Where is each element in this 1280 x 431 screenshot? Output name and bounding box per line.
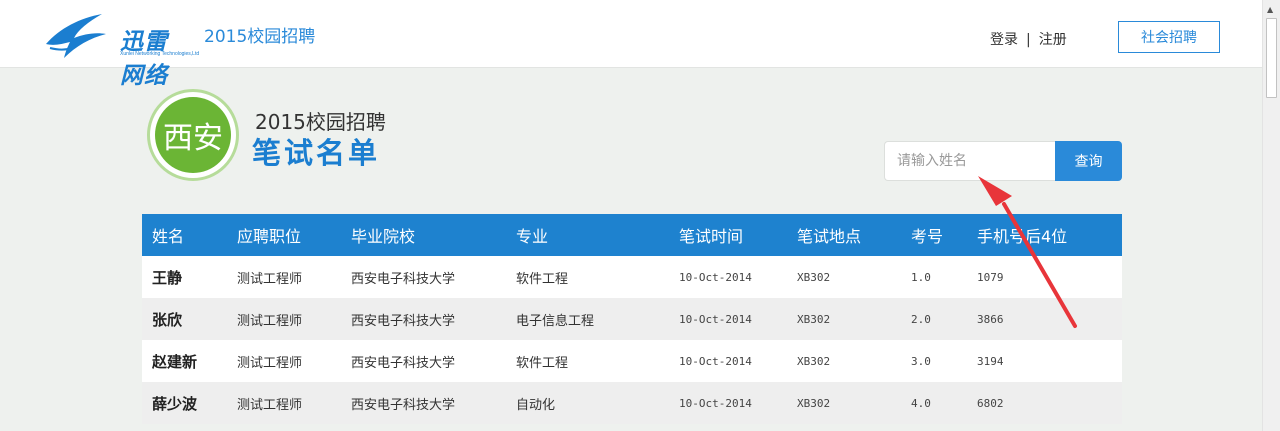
cell-exam-number: 1.0 [901, 256, 967, 298]
cell-exam-location: XB302 [787, 298, 901, 340]
top-header: 迅雷网络 Xunlei Networking Technologies,Ltd … [0, 0, 1262, 89]
cell-exam-number: 3.0 [901, 340, 967, 382]
cell-major: 软件工程 [506, 256, 669, 298]
auth-links: 登录 | 注册 [990, 29, 1067, 49]
header-title: 2015校园招聘 [204, 27, 316, 47]
scroll-thumb[interactable] [1266, 18, 1277, 98]
cell-position: 测试工程师 [227, 256, 341, 298]
cell-name: 王静 [142, 256, 227, 298]
hero-main-title: 笔试名单 [252, 136, 381, 170]
table-row: 王静 测试工程师 西安电子科技大学 软件工程 10-Oct-2014 XB302… [142, 256, 1122, 298]
name-search-input[interactable] [884, 141, 1056, 181]
table-row: 张欣 测试工程师 西安电子科技大学 电子信息工程 10-Oct-2014 XB3… [142, 298, 1122, 340]
cell-exam-time: 10-Oct-2014 [669, 298, 787, 340]
cell-exam-number: 2.0 [901, 298, 967, 340]
column-header: 应聘职位 [227, 214, 341, 256]
column-header: 笔试地点 [787, 214, 901, 256]
company-logo[interactable]: 迅雷网络 Xunlei Networking Technologies,Ltd [40, 8, 199, 89]
cell-name: 赵建新 [142, 340, 227, 382]
cell-position: 测试工程师 [227, 298, 341, 340]
bird-logo-icon [46, 14, 106, 58]
cell-position: 测试工程师 [227, 382, 341, 424]
column-header: 考号 [901, 214, 967, 256]
cell-exam-time: 10-Oct-2014 [669, 382, 787, 424]
cell-exam-location: XB302 [787, 256, 901, 298]
cell-phone-last4: 6802 [967, 382, 1122, 424]
cell-school: 西安电子科技大学 [341, 256, 506, 298]
column-header: 姓名 [142, 214, 227, 256]
register-link[interactable]: 注册 [1039, 32, 1067, 48]
logo-subtext: Xunlei Networking Technologies,Ltd [120, 51, 200, 57]
cell-exam-location: XB302 [787, 340, 901, 382]
social-recruit-button[interactable]: 社会招聘 [1118, 21, 1220, 53]
cell-phone-last4: 3866 [967, 298, 1122, 340]
column-header: 毕业院校 [341, 214, 506, 256]
column-header: 手机号后4位 [967, 214, 1122, 256]
cell-major: 自动化 [506, 382, 669, 424]
city-badge: 西安 [147, 89, 239, 181]
table-row: 赵建新 测试工程师 西安电子科技大学 软件工程 10-Oct-2014 XB30… [142, 340, 1122, 382]
cell-school: 西安电子科技大学 [341, 298, 506, 340]
cell-school: 西安电子科技大学 [341, 382, 506, 424]
vertical-scrollbar[interactable]: ▲ [1262, 0, 1280, 431]
cell-position: 测试工程师 [227, 340, 341, 382]
column-header: 笔试时间 [669, 214, 787, 256]
cell-school: 西安电子科技大学 [341, 340, 506, 382]
table-header-row: 姓名 应聘职位 毕业院校 专业 笔试时间 笔试地点 考号 手机号后4位 [142, 214, 1122, 256]
cell-phone-last4: 1079 [967, 256, 1122, 298]
cell-exam-number: 4.0 [901, 382, 967, 424]
login-link[interactable]: 登录 [990, 32, 1018, 48]
exam-list-table: 姓名 应聘职位 毕业院校 专业 笔试时间 笔试地点 考号 手机号后4位 王静 测… [142, 214, 1122, 424]
scroll-up-icon[interactable]: ▲ [1267, 5, 1273, 14]
cell-exam-location: XB302 [787, 382, 901, 424]
cell-name: 张欣 [142, 298, 227, 340]
cell-name: 薛少波 [142, 382, 227, 424]
cell-major: 电子信息工程 [506, 298, 669, 340]
cell-phone-last4: 3194 [967, 340, 1122, 382]
table-row: 薛少波 测试工程师 西安电子科技大学 自动化 10-Oct-2014 XB302… [142, 382, 1122, 424]
cell-exam-time: 10-Oct-2014 [669, 256, 787, 298]
cell-exam-time: 10-Oct-2014 [669, 340, 787, 382]
cell-major: 软件工程 [506, 340, 669, 382]
column-header: 专业 [506, 214, 669, 256]
auth-separator: | [1026, 32, 1031, 48]
city-label: 西安 [155, 97, 231, 173]
search-button[interactable]: 查询 [1055, 141, 1122, 181]
